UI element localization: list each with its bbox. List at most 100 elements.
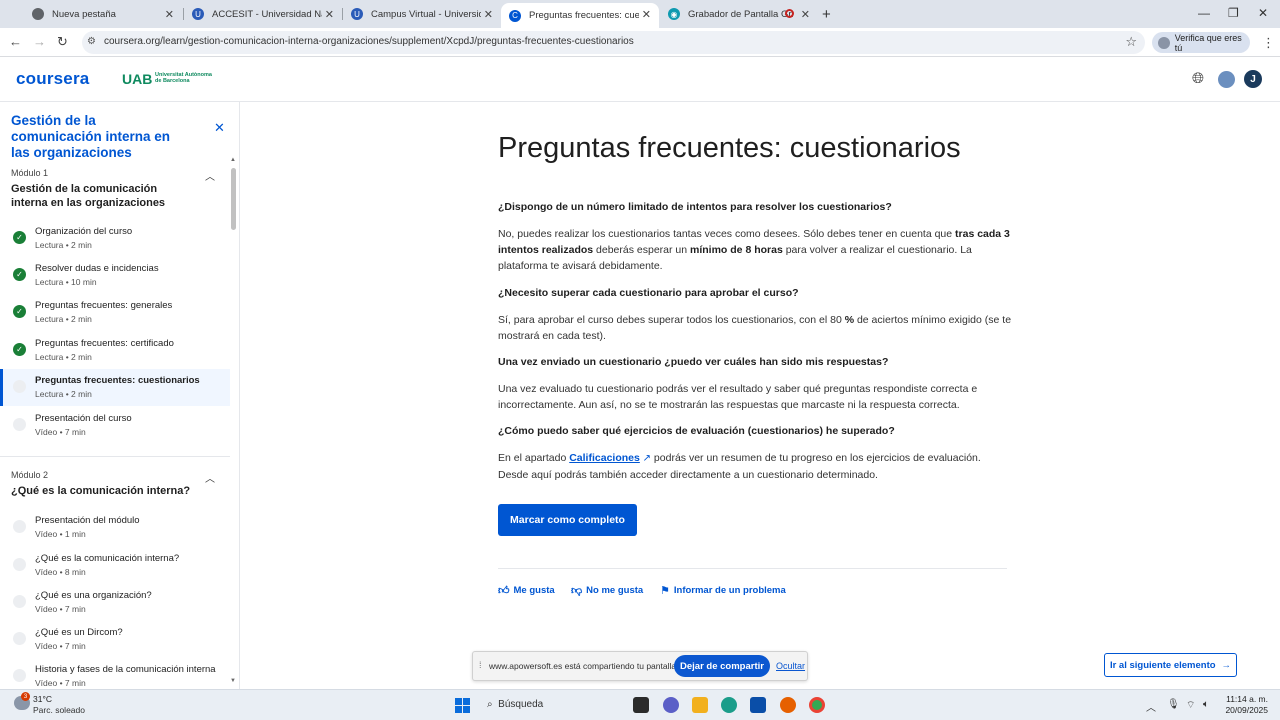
- chat-icon[interactable]: [663, 697, 679, 713]
- answer-text-segment: mínimo de 8 horas: [690, 244, 783, 256]
- site-info-icon[interactable]: ⚙: [87, 36, 96, 47]
- maximize-icon[interactable]: ❐: [1228, 6, 1239, 20]
- reload-icon[interactable]: ↻: [57, 34, 68, 50]
- incomplete-circle-icon: [13, 418, 26, 431]
- sidebar-item-faq-certificado[interactable]: ✓ Preguntas frecuentes: certificado Lect…: [0, 332, 230, 369]
- sidebar-item-organizacion[interactable]: ✓ Organización del curso Lectura • 2 min: [0, 220, 230, 257]
- file-explorer-icon[interactable]: [692, 697, 708, 713]
- sidebar-item-faq-generales[interactable]: ✓ Preguntas frecuentes: generales Lectur…: [0, 294, 230, 331]
- drag-handle-icon[interactable]: ⁞: [479, 660, 482, 670]
- clock-date: 20/09/2025: [1225, 705, 1268, 715]
- sidebar-item-presentacion-curso[interactable]: Presentación del curso Vídeo • 7 min: [0, 407, 230, 444]
- tab-accesit[interactable]: U ACCESIT - Universidad Nacional ✕: [184, 0, 342, 28]
- incomplete-circle-icon: [13, 558, 26, 571]
- stop-sharing-button[interactable]: Dejar de compartir: [674, 655, 770, 677]
- globe-icon[interactable]: 🌐︎: [1192, 70, 1204, 87]
- minimize-icon[interactable]: —: [1198, 6, 1210, 20]
- answer-text-segment: En el apartado: [498, 452, 570, 464]
- coach-icon[interactable]: [1218, 71, 1235, 88]
- item-title: Presentación del curso: [35, 413, 132, 424]
- module-title[interactable]: ¿Qué es la comunicación interna?: [11, 484, 196, 498]
- tab-coursera-active[interactable]: C Preguntas frecuentes: cuestion ✕: [501, 3, 659, 28]
- weather-condition[interactable]: Parc. soleado: [33, 705, 85, 715]
- close-icon[interactable]: ✕: [642, 8, 651, 21]
- close-icon[interactable]: ✕: [325, 8, 334, 21]
- calificaciones-link[interactable]: Calificaciones: [569, 452, 640, 464]
- tab-new-tab[interactable]: Nueva pestaña ✕: [24, 0, 182, 28]
- avatar[interactable]: J: [1244, 70, 1262, 88]
- module-title[interactable]: Gestión de la comunicación interna en la…: [11, 182, 196, 210]
- item-meta: Lectura • 2 min: [35, 240, 92, 250]
- scroll-up-icon[interactable]: ▲: [230, 157, 236, 163]
- scroll-down-icon[interactable]: ▼: [230, 678, 236, 684]
- tab-campus-virtual[interactable]: U Campus Virtual - Universidad N ✕: [343, 0, 501, 28]
- faq-answer: Sí, para aprobar el curso debes superar …: [498, 312, 1013, 344]
- sidebar-item-que-es-organizacion[interactable]: ¿Qué es una organización? Vídeo • 7 min: [0, 584, 230, 621]
- close-icon[interactable]: ✕: [165, 8, 174, 21]
- edge-icon[interactable]: [721, 697, 737, 713]
- bookmark-star-icon[interactable]: ☆: [1125, 34, 1137, 50]
- verify-profile-chip[interactable]: Verifica que eres tú: [1152, 32, 1250, 53]
- tab-grabador[interactable]: ◉ Grabador de Pantalla Gratis ✕: [660, 0, 818, 28]
- mark-complete-button[interactable]: Marcar como completo: [498, 504, 637, 536]
- check-icon: ✓: [13, 268, 26, 281]
- window-close-icon[interactable]: ✕: [1258, 6, 1268, 20]
- chevron-up-icon[interactable]: ︿: [205, 470, 215, 485]
- screen: Nueva pestaña ✕ U ACCESIT - Universidad …: [0, 0, 1280, 720]
- tab-title: Campus Virtual - Universidad N: [371, 8, 481, 20]
- dislike-button[interactable]: 👎︎ No me gusta: [571, 584, 643, 597]
- course-title[interactable]: Gestión de la comunicación interna en la…: [11, 113, 186, 161]
- chevron-up-icon[interactable]: ︿: [1146, 699, 1156, 714]
- microphone-icon[interactable]: 🎙︎: [1167, 699, 1180, 710]
- close-icon[interactable]: ✕: [484, 8, 493, 21]
- forward-arrow-icon[interactable]: →: [33, 34, 46, 49]
- answer-text-segment: Sí, para aprobar el curso debes superar …: [498, 314, 845, 326]
- sidebar-scrollbar[interactable]: ▲ ▼: [230, 157, 236, 689]
- new-tab-icon[interactable]: +: [822, 6, 831, 23]
- chrome-icon[interactable]: [809, 697, 825, 713]
- faq-question: ¿Dispongo de un número limitado de inten…: [498, 201, 892, 213]
- task-view-icon[interactable]: [633, 697, 649, 713]
- store-icon[interactable]: [750, 697, 766, 713]
- browser-tab-strip: Nueva pestaña ✕ U ACCESIT - Universidad …: [0, 0, 1280, 28]
- taskbar-search[interactable]: ⌕ Búsqueda: [487, 699, 543, 710]
- chevron-up-icon[interactable]: ︿: [205, 168, 215, 183]
- hide-link[interactable]: Ocultar: [776, 661, 805, 671]
- report-problem-button[interactable]: ⚑ Informar de un problema: [660, 584, 786, 597]
- close-sidebar-icon[interactable]: ✕: [214, 120, 225, 136]
- sidebar-item-que-es-ci[interactable]: ¿Qué es la comunicación interna? Vídeo •…: [0, 547, 230, 584]
- item-meta: Vídeo • 1 min: [35, 529, 86, 539]
- faq-answer: No, puedes realizar los cuestionarios ta…: [498, 226, 1013, 274]
- tab-title: ACCESIT - Universidad Nacional: [212, 8, 322, 20]
- verify-label: Verifica que eres tú: [1174, 32, 1242, 53]
- faq-question: Una vez enviado un cuestionario ¿puedo v…: [498, 356, 889, 368]
- clock[interactable]: 11:14 a. m. 20/09/2025: [1222, 694, 1268, 716]
- like-button[interactable]: 👍︎ Me gusta: [498, 584, 555, 597]
- taskbar: 3 31°C Parc. soleado ⌕ Búsqueda ︿ 🎙︎ ⌔ 🔈…: [0, 689, 1280, 720]
- close-icon[interactable]: ✕: [801, 8, 810, 21]
- next-item-button[interactable]: Ir al siguiente elemento →: [1104, 653, 1237, 677]
- incomplete-circle-icon: [13, 632, 26, 645]
- url-text[interactable]: coursera.org/learn/gestion-comunicacion-…: [104, 36, 634, 47]
- divider: [498, 568, 1007, 569]
- module-label: Módulo 2: [11, 470, 49, 480]
- coursera-logo[interactable]: coursera: [16, 69, 89, 89]
- thumbs-up-icon: 👍︎: [498, 585, 510, 597]
- weather-temp[interactable]: 31°C: [33, 694, 52, 704]
- sidebar-item-historia-fases[interactable]: Historia y fases de la comunicación inte…: [0, 658, 230, 689]
- start-windows-icon[interactable]: [455, 698, 470, 713]
- answer-text-segment: %: [844, 314, 855, 326]
- address-bar[interactable]: ⚙ coursera.org/learn/gestion-comunicacio…: [82, 31, 1145, 54]
- firefox-icon[interactable]: [780, 697, 796, 713]
- back-arrow-icon[interactable]: ←: [9, 34, 22, 49]
- wifi-icon[interactable]: ⌔: [1186, 699, 1195, 712]
- external-link-icon[interactable]: ↗: [640, 453, 651, 464]
- sidebar-item-presentacion-modulo[interactable]: Presentación del módulo Vídeo • 1 min: [0, 509, 230, 546]
- scrollbar-thumb[interactable]: [231, 168, 236, 230]
- item-meta: Lectura • 2 min: [35, 314, 92, 324]
- sidebar-item-que-es-dircom[interactable]: ¿Qué es un Dircom? Vídeo • 7 min: [0, 621, 230, 658]
- menu-kebab-icon[interactable]: ⋮: [1262, 35, 1275, 51]
- sidebar-item-faq-cuestionarios[interactable]: Preguntas frecuentes: cuestionarios Lect…: [0, 369, 230, 406]
- volume-icon[interactable]: 🔈︎: [1203, 699, 1209, 710]
- sidebar-item-resolver-dudas[interactable]: ✓ Resolver dudas e incidencias Lectura •…: [0, 257, 230, 294]
